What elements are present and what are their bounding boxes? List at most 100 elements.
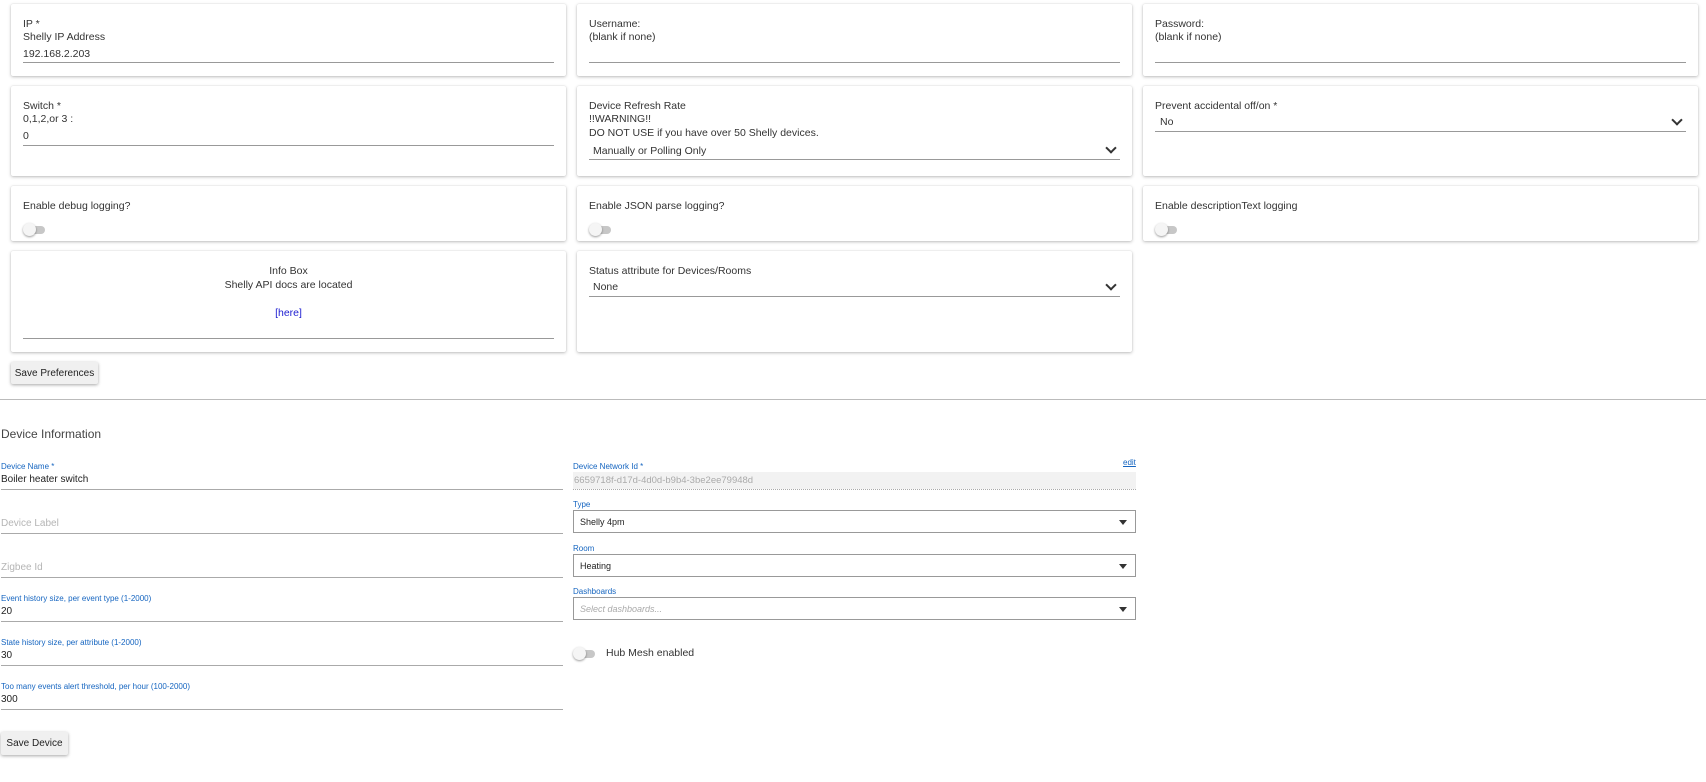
debug-logging-toggle[interactable]: [23, 223, 45, 236]
network-id-field: Device Network Id * 6659718f-d17d-4d0d-b…: [573, 462, 1136, 490]
device-information-title: Device Information: [1, 427, 102, 441]
ip-label: IP *: [23, 18, 40, 30]
too-many-events-underline: [1, 709, 563, 710]
toggle-knob: [23, 223, 36, 236]
info-box-underline: [23, 338, 554, 339]
password-underline: [1155, 62, 1686, 63]
too-many-events-field[interactable]: Too many events alert threshold, per hou…: [1, 682, 563, 710]
switch-card: Switch * 0,1,2,or 3 : 0: [11, 86, 566, 176]
json-logging-toggle[interactable]: [589, 223, 611, 236]
refresh-rate-card: Device Refresh Rate !!WARNING!! DO NOT U…: [577, 86, 1132, 176]
status-attribute-label: Status attribute for Devices/Rooms: [589, 265, 752, 277]
zigbee-id-field[interactable]: Zigbee Id: [1, 550, 563, 578]
device-name-input[interactable]: Boiler heater switch: [1, 474, 88, 485]
network-id-edit-link[interactable]: edit: [1123, 458, 1136, 467]
info-box-text: Shelly API docs are located: [224, 279, 353, 291]
room-selected: Heating: [580, 561, 612, 571]
room-label: Room: [573, 544, 595, 553]
network-id-label: Device Network Id *: [573, 462, 644, 471]
password-card: Password: (blank if none): [1143, 4, 1698, 76]
type-field: Type * Shelly 4pm: [573, 500, 1136, 534]
switch-label: Switch *: [23, 100, 61, 112]
device-name-underline: [1, 489, 563, 490]
ip-input[interactable]: 192.168.2.203: [23, 48, 553, 62]
status-attribute-underline: [589, 296, 1120, 297]
prevent-accidental-card: Prevent accidental off/on * No: [1143, 86, 1698, 176]
caret-down-icon: [1119, 607, 1127, 612]
section-divider: [0, 399, 1706, 400]
json-logging-label: Enable JSON parse logging?: [589, 200, 725, 212]
refresh-rate-select[interactable]: Manually or Polling Only: [593, 145, 1118, 159]
refresh-rate-warning: !!WARNING!!: [589, 113, 652, 125]
password-sublabel: (blank if none): [1155, 31, 1222, 43]
hub-mesh-label: Hub Mesh enabled: [606, 647, 695, 659]
state-history-field[interactable]: State history size, per attribute (1-200…: [1, 638, 563, 666]
room-field: Room Heating: [573, 544, 1136, 578]
event-history-field[interactable]: Event history size, per event type (1-20…: [1, 594, 563, 622]
zigbee-id-underline: [1, 577, 563, 578]
switch-sublabel: 0,1,2,or 3 :: [23, 113, 74, 125]
desc-logging-toggle[interactable]: [1155, 223, 1177, 236]
dashboards-field: Dashboards Select dashboards...: [573, 587, 1136, 621]
device-name-field[interactable]: Device Name * Boiler heater switch: [1, 462, 563, 490]
save-preferences-button[interactable]: Save Preferences: [11, 362, 98, 384]
dashboards-label: Dashboards: [573, 587, 617, 596]
prevent-accidental-select[interactable]: No: [1160, 116, 1680, 130]
type-selected: Shelly 4pm: [580, 517, 625, 527]
username-card: Username: (blank if none): [577, 4, 1132, 76]
status-attribute-select[interactable]: None: [593, 281, 1118, 295]
hub-mesh-toggle[interactable]: [573, 647, 595, 660]
info-box-link-wrap: [here]: [11, 306, 566, 320]
password-label: Password:: [1155, 18, 1205, 30]
zigbee-id-input[interactable]: Zigbee Id: [1, 562, 43, 573]
json-logging-card: Enable JSON parse logging?: [577, 186, 1132, 241]
event-history-label: Event history size, per event type (1-20…: [1, 594, 152, 603]
ip-sublabel: Shelly IP Address: [23, 31, 106, 43]
desc-logging-label: Enable descriptionText logging: [1155, 200, 1298, 212]
room-select[interactable]: Heating: [573, 554, 1136, 577]
refresh-rate-label: Device Refresh Rate: [589, 100, 686, 112]
username-label: Username:: [589, 18, 641, 30]
desc-logging-card: Enable descriptionText logging: [1143, 186, 1698, 241]
caret-down-icon: [1119, 564, 1127, 569]
status-attribute-card: Status attribute for Devices/Rooms None: [577, 251, 1132, 352]
username-sublabel: (blank if none): [589, 31, 656, 43]
info-box-title: Info Box: [269, 265, 308, 277]
type-select[interactable]: Shelly 4pm: [573, 510, 1136, 533]
dashboards-select[interactable]: Select dashboards...: [573, 597, 1136, 620]
username-input[interactable]: [589, 48, 1119, 62]
state-history-label: State history size, per attribute (1-200…: [1, 638, 142, 647]
event-history-input[interactable]: 20: [1, 606, 12, 617]
state-history-input[interactable]: 30: [1, 650, 12, 661]
device-label-field[interactable]: Device Label: [1, 506, 563, 534]
ip-underline: [23, 62, 554, 63]
toggle-knob: [589, 223, 602, 236]
switch-input[interactable]: 0: [23, 130, 553, 144]
ip-card: IP * Shelly IP Address 192.168.2.203: [11, 4, 566, 76]
save-device-button[interactable]: Save Device: [1, 732, 68, 755]
device-name-label: Device Name *: [1, 462, 55, 471]
username-underline: [589, 62, 1120, 63]
device-label-input[interactable]: Device Label: [1, 518, 59, 529]
event-history-underline: [1, 621, 563, 622]
toggle-knob: [573, 647, 586, 660]
too-many-events-input[interactable]: 300: [1, 694, 18, 705]
toggle-knob: [1155, 223, 1168, 236]
network-id-underline: [573, 489, 1136, 490]
api-docs-link[interactable]: [here]: [275, 307, 302, 319]
debug-logging-card: Enable debug logging?: [11, 186, 566, 241]
state-history-underline: [1, 665, 563, 666]
prevent-accidental-underline: [1155, 131, 1686, 132]
network-id-value: 6659718f-d17d-4d0d-b9b4-3be2ee79948d: [574, 475, 754, 486]
password-input[interactable]: [1155, 48, 1685, 62]
debug-logging-label: Enable debug logging?: [23, 200, 131, 212]
refresh-rate-underline: [589, 159, 1120, 160]
refresh-rate-note: DO NOT USE if you have over 50 Shelly de…: [589, 127, 819, 139]
switch-underline: [23, 145, 554, 146]
dashboards-placeholder: Select dashboards...: [580, 604, 663, 614]
prevent-accidental-label: Prevent accidental off/on *: [1155, 100, 1278, 112]
too-many-events-label: Too many events alert threshold, per hou…: [1, 682, 190, 691]
info-box-card: Info Box Shelly API docs are located [he…: [11, 251, 566, 352]
caret-down-icon: [1119, 520, 1127, 525]
device-label-underline: [1, 533, 563, 534]
